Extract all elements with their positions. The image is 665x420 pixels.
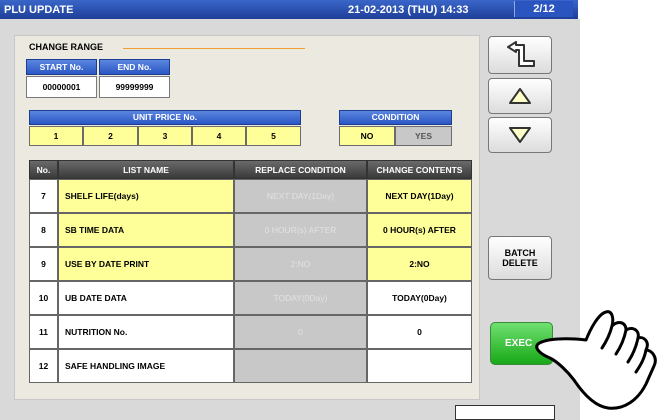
end-no-header: END No. (99, 59, 170, 75)
datetime: 21-02-2013 (THU) 14:33 (348, 4, 469, 16)
unit-price-1[interactable]: 1 (29, 126, 83, 146)
row-replace-condition[interactable]: NEXT DAY(1Day) (234, 179, 367, 213)
row-no: 12 (29, 349, 58, 383)
condition-yes-button[interactable]: YES (395, 126, 452, 146)
row-list-name: SAFE HANDLING IMAGE (58, 349, 234, 383)
table-row[interactable]: 7 SHELF LIFE(days) NEXT DAY(1Day) NEXT D… (29, 179, 472, 213)
change-range-divider (123, 48, 305, 49)
table-row[interactable]: 11 NUTRITION No. 0 0 (29, 315, 472, 349)
unit-price-header: UNIT PRICE No. (29, 110, 301, 125)
window-title: PLU UPDATE (4, 4, 74, 16)
row-list-name: SHELF LIFE(days) (58, 179, 234, 213)
screen: PLU UPDATE 21-02-2013 (THU) 14:33 2/12 C… (0, 0, 580, 420)
row-list-name: NUTRITION No. (58, 315, 234, 349)
row-replace-condition[interactable]: 0 HOUR(s) AFTER (234, 213, 367, 247)
row-change-contents[interactable]: TODAY(0Day) (367, 281, 472, 315)
arrow-up-icon (509, 88, 531, 104)
table-row[interactable]: 9 USE BY DATE PRINT 2:NO 2:NO (29, 247, 472, 281)
title-bar: PLU UPDATE 21-02-2013 (THU) 14:33 2/12 (0, 0, 578, 19)
condition-no-button[interactable]: NO (339, 126, 395, 146)
col-header-no: No. (29, 160, 58, 179)
table-row[interactable]: 12 SAFE HANDLING IMAGE (29, 349, 472, 383)
row-list-name: UB DATE DATA (58, 281, 234, 315)
table-row[interactable]: 10 UB DATE DATA TODAY(0Day) TODAY(0Day) (29, 281, 472, 315)
batch-delete-button[interactable]: BATCH DELETE (488, 236, 552, 280)
row-change-contents[interactable] (367, 349, 472, 383)
return-button[interactable] (488, 36, 552, 74)
row-change-contents[interactable]: 0 HOUR(s) AFTER (367, 213, 472, 247)
row-no: 8 (29, 213, 58, 247)
row-replace-condition[interactable] (234, 349, 367, 383)
row-no: 11 (29, 315, 58, 349)
table-row[interactable]: 8 SB TIME DATA 0 HOUR(s) AFTER 0 HOUR(s)… (29, 213, 472, 247)
col-header-change-contents: CHANGE CONTENTS (367, 160, 472, 179)
arrow-down-icon (509, 127, 531, 143)
row-no: 9 (29, 247, 58, 281)
end-no-field[interactable]: 99999999 (99, 76, 170, 98)
row-list-name: SB TIME DATA (58, 213, 234, 247)
change-range-label: CHANGE RANGE (29, 42, 104, 52)
row-replace-condition[interactable]: 0 (234, 315, 367, 349)
row-list-name: USE BY DATE PRINT (58, 247, 234, 281)
pointing-hand-icon (535, 310, 657, 410)
unit-price-4[interactable]: 4 (192, 126, 246, 146)
unit-price-3[interactable]: 3 (138, 126, 192, 146)
col-header-replace-condition: REPLACE CONDITION (234, 160, 367, 179)
unit-price-5[interactable]: 5 (246, 126, 301, 146)
row-replace-condition[interactable]: TODAY(0Day) (234, 281, 367, 315)
unit-price-2[interactable]: 2 (83, 126, 138, 146)
row-change-contents[interactable]: NEXT DAY(1Day) (367, 179, 472, 213)
page-indicator: 2/12 (514, 1, 573, 17)
row-no: 7 (29, 179, 58, 213)
scroll-up-button[interactable] (488, 78, 552, 114)
row-replace-condition[interactable]: 2:NO (234, 247, 367, 281)
start-no-field[interactable]: 00000001 (26, 76, 97, 98)
condition-header: CONDITION (339, 110, 452, 125)
return-icon (507, 41, 535, 67)
row-change-contents[interactable]: 0 (367, 315, 472, 349)
col-header-list-name: LIST NAME (58, 160, 234, 179)
start-no-header: START No. (26, 59, 97, 75)
row-no: 10 (29, 281, 58, 315)
scroll-down-button[interactable] (488, 117, 552, 153)
row-change-contents[interactable]: 2:NO (367, 247, 472, 281)
